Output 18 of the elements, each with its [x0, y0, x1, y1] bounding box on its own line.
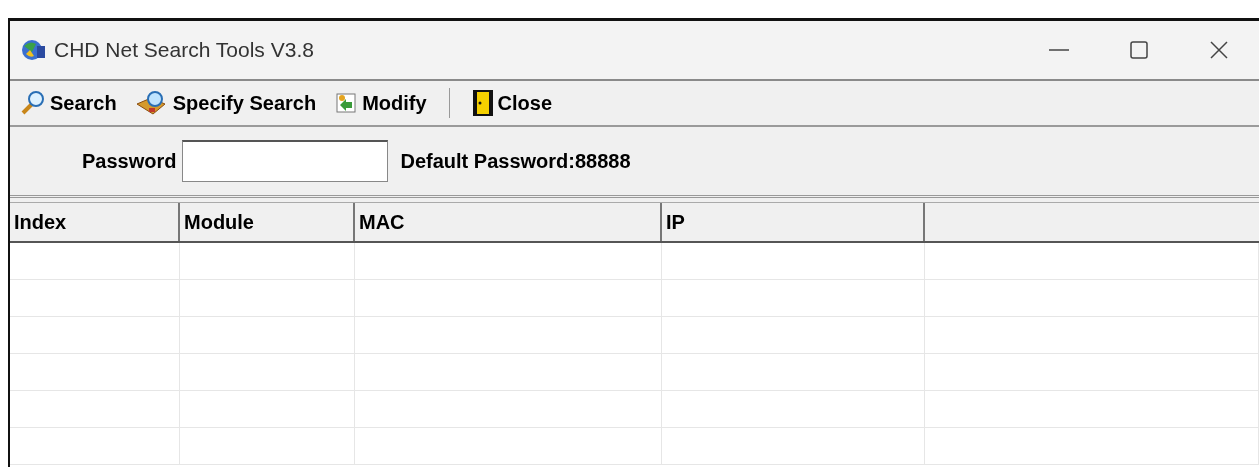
- column-header[interactable]: Index: [10, 203, 180, 241]
- modify-button[interactable]: Modify: [332, 89, 429, 117]
- window-title: CHD Net Search Tools V3.8: [54, 38, 314, 62]
- maximize-icon[interactable]: [1129, 40, 1149, 60]
- password-field[interactable]: [182, 140, 389, 182]
- edit-icon: [334, 91, 359, 115]
- column-header[interactable]: Module: [180, 203, 355, 241]
- password-label: Password: [82, 149, 177, 173]
- app-icon: [20, 38, 46, 62]
- door-icon: [471, 89, 494, 117]
- column-header[interactable]: MAC: [355, 203, 662, 241]
- close-icon[interactable]: [1209, 40, 1229, 60]
- search-icon: [20, 90, 46, 116]
- default-password-hint: Default Password:88888: [400, 149, 631, 173]
- column-header[interactable]: IP: [662, 203, 925, 241]
- specify-button[interactable]: Specify Search: [132, 88, 319, 118]
- search-button[interactable]: Search: [18, 88, 119, 118]
- close-button[interactable]: Close: [469, 87, 555, 119]
